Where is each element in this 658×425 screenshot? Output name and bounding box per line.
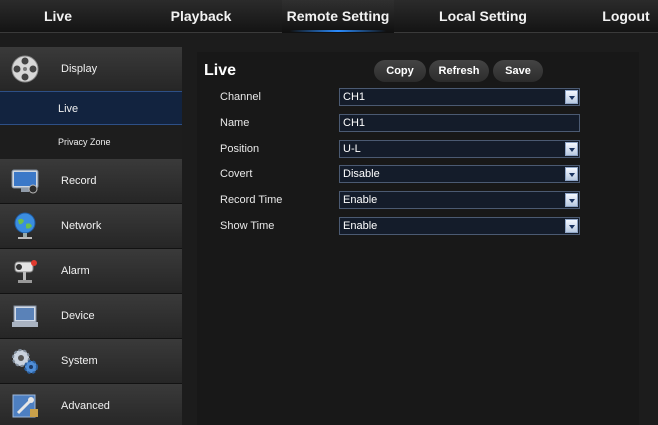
tab-local-setting[interactable]: Local Setting [428, 0, 538, 33]
covert-label: Covert [220, 168, 253, 180]
sidebar-subitem-label: Privacy Zone [58, 137, 111, 147]
covert-value: Disable [343, 168, 380, 180]
save-button[interactable]: Save [493, 60, 543, 82]
gears-icon [12, 349, 38, 374]
refresh-button[interactable]: Refresh [429, 60, 489, 82]
sidebar: Display Live Privacy Zone Record Network [0, 47, 182, 425]
sidebar-item-label: Advanced [61, 400, 110, 412]
chevron-down-icon[interactable] [565, 167, 578, 181]
sidebar-subitem-privacy-zone[interactable]: Privacy Zone [0, 125, 182, 159]
sidebar-item-record[interactable]: Record [0, 159, 182, 204]
chevron-down-icon[interactable] [565, 90, 578, 104]
show-time-label: Show Time [220, 220, 275, 232]
sidebar-subitem-label: Live [58, 103, 79, 115]
covert-select[interactable]: Disable [339, 165, 580, 183]
channel-select[interactable]: CH1 [339, 88, 580, 106]
sidebar-item-display[interactable]: Display [0, 47, 182, 92]
sidebar-item-advanced[interactable]: Advanced [0, 384, 182, 425]
channel-label: Channel [220, 91, 261, 103]
chevron-down-icon[interactable] [565, 142, 578, 156]
logout-button[interactable]: Logout [597, 0, 655, 33]
tab-playback[interactable]: Playback [166, 0, 236, 33]
chevron-down-icon[interactable] [565, 219, 578, 233]
name-input[interactable]: CH1 [339, 114, 580, 132]
position-value: U-L [343, 143, 361, 155]
sidebar-item-label: System [61, 355, 98, 367]
page-title: Live [204, 62, 237, 79]
record-time-label: Record Time [220, 194, 283, 206]
tab-remote-setting[interactable]: Remote Setting [282, 0, 394, 33]
sidebar-item-label: Record [61, 175, 97, 187]
sidebar-item-system[interactable]: System [0, 339, 182, 384]
position-label: Position [220, 143, 260, 155]
show-time-value: Enable [343, 220, 378, 232]
position-select[interactable]: U-L [339, 140, 580, 158]
sidebar-item-label: Display [61, 63, 98, 75]
sidebar-item-label: Alarm [61, 265, 90, 277]
hard-drive-icon [12, 305, 38, 327]
top-nav-bar: Live Playback Remote Setting Local Setti… [0, 0, 658, 33]
sidebar-item-network[interactable]: Network [0, 204, 182, 249]
camera-alarm-icon [14, 260, 37, 283]
sidebar-item-device[interactable]: Device [0, 294, 182, 339]
globe-icon [14, 212, 36, 239]
copy-button[interactable]: Copy [374, 60, 426, 82]
record-time-select[interactable]: Enable [339, 191, 580, 209]
sidebar-item-alarm[interactable]: Alarm [0, 249, 182, 294]
show-time-select[interactable]: Enable [339, 217, 580, 235]
settings-panel: Live Copy Refresh Save Channel CH1 Name … [197, 52, 639, 425]
chevron-down-icon[interactable] [565, 193, 578, 207]
channel-value: CH1 [343, 91, 366, 103]
sidebar-item-label: Network [61, 220, 102, 232]
record-time-value: Enable [343, 194, 378, 206]
sidebar-item-label: Device [61, 310, 95, 322]
name-label: Name [220, 117, 250, 129]
sidebar-subitem-live[interactable]: Live [0, 91, 182, 125]
tab-live[interactable]: Live [30, 0, 86, 33]
advanced-tools-icon [12, 394, 38, 418]
film-reel-icon [11, 55, 39, 83]
name-value: CH1 [343, 117, 366, 129]
monitor-icon [11, 169, 39, 194]
